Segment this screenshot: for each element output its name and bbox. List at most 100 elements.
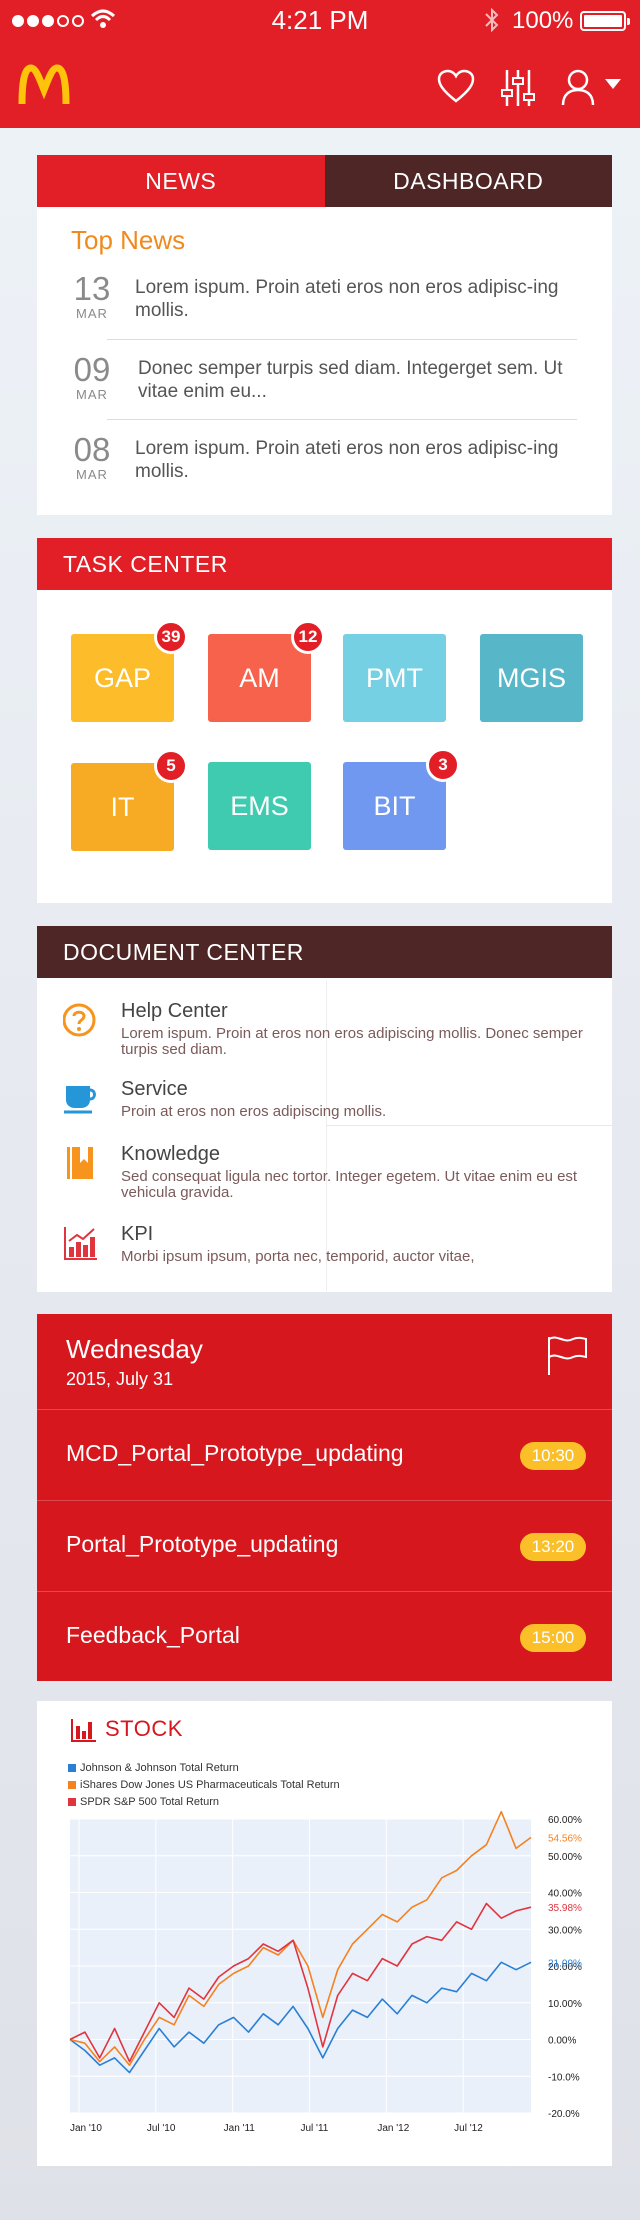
news-day: 09 [73, 351, 111, 388]
doc-item-service[interactable]: Service Proin at eros non eros adipiscin… [63, 1078, 593, 1120]
schedule-item-label: Portal_Prototype_updating [66, 1531, 339, 1557]
doc-item-knowledge[interactable]: Knowledge Sed consequat ligula nec torto… [63, 1143, 593, 1201]
document-center-card: DOCUMENT CENTER Help Center Lorem ispum.… [37, 926, 612, 1292]
doc-title: Help Center [121, 1000, 228, 1022]
series-end-label: 21.09% [548, 1958, 582, 1969]
heart-icon[interactable] [436, 68, 476, 106]
stock-line-chart[interactable]: 60.00%50.00%40.00%30.00%20.00%10.00%0.00… [37, 1701, 612, 2166]
news-day: 13 [73, 270, 111, 307]
task-center-heading: TASK CENTER [37, 538, 612, 590]
document-center-heading: DOCUMENT CENTER [37, 926, 612, 978]
news-divider [107, 339, 577, 340]
task-tile-label: PMT [366, 662, 423, 693]
y-tick-label: 0.00% [548, 2036, 576, 2047]
battery-percent: 100% [512, 7, 574, 34]
doc-title: Knowledge [121, 1143, 220, 1165]
caret-down-icon[interactable] [604, 78, 622, 90]
y-tick-label: 30.00% [548, 1925, 582, 1936]
task-tile-bit[interactable]: BIT 3 [343, 748, 460, 850]
news-day: 08 [73, 431, 111, 468]
mcdonalds-logo[interactable] [18, 64, 70, 106]
x-tick-label: Jul '10 [147, 2123, 176, 2134]
doc-desc: Lorem ispum. Proin at eros non eros adip… [121, 1025, 583, 1058]
news-tabs: NEWS DASHBOARD [37, 155, 612, 207]
task-tile-it[interactable]: IT 5 [71, 749, 188, 851]
bluetooth-icon [485, 7, 499, 33]
x-tick-label: Jan '11 [224, 2123, 256, 2134]
flag-icon[interactable] [546, 1335, 588, 1375]
task-tile-label: GAP [93, 662, 152, 693]
y-tick-label: -20.0% [548, 2109, 580, 2120]
task-tile-mgis[interactable]: MGIS [480, 634, 583, 722]
stock-card: STOCK Johnson & Johnson Total Return iSh… [37, 1701, 612, 2166]
task-tile-label: AM [239, 662, 280, 693]
task-tile-label: IT [110, 791, 135, 822]
notification-badge: 39 [154, 620, 188, 654]
news-text: Lorem ispum. Proin ateti eros non eros a… [135, 277, 559, 321]
schedule-date: 2015, July 31 [66, 1369, 174, 1389]
task-tile-ems[interactable]: EMS [208, 762, 311, 850]
schedule-card: Wednesday 2015, July 31 MCD_Portal_Proto… [37, 1314, 612, 1681]
news-item[interactable]: 13 MAR Lorem ispum. Proin ateti eros non… [71, 272, 579, 332]
news-date: 13 MAR [71, 272, 113, 321]
series-end-label: 54.56% [548, 1833, 582, 1844]
schedule-item[interactable]: Feedback_Portal 15:00 [37, 1591, 612, 1682]
task-tile-am[interactable]: AM 12 [208, 620, 325, 722]
app-header: 4:21 PM 100% [0, 0, 640, 128]
book-icon [67, 1147, 93, 1179]
task-tile-label: BIT [373, 790, 416, 821]
task-tile-label: MGIS [496, 662, 566, 693]
schedule-item[interactable]: MCD_Portal_Prototype_updating 10:30 [37, 1409, 612, 1500]
task-center-card: TASK CENTER GAP 39 AM 12 PMT MGIS IT 5 E… [37, 538, 612, 903]
schedule-item-label: Feedback_Portal [66, 1622, 240, 1648]
doc-desc: Sed consequat ligula nec tortor. Integer… [121, 1168, 578, 1201]
schedule-time-badge: 15:00 [520, 1624, 586, 1652]
news-text: Lorem ispum. Proin ateti eros non eros a… [135, 438, 559, 482]
x-tick-label: Jan '10 [70, 2123, 102, 2134]
doc-title: Service [121, 1078, 188, 1100]
kpi-chart-icon [64, 1227, 97, 1260]
user-icon[interactable] [561, 68, 595, 106]
top-news-heading: Top News [71, 225, 186, 255]
status-bar: 4:21 PM 100% [0, 0, 640, 42]
help-circle-icon [63, 1003, 96, 1037]
x-tick-label: Jul '12 [454, 2123, 483, 2134]
y-tick-label: 10.00% [548, 1999, 582, 2010]
y-tick-label: -10.0% [548, 2072, 580, 2083]
battery-icon [580, 11, 630, 31]
notification-badge: 5 [154, 749, 188, 783]
task-tile-pmt[interactable]: PMT [343, 634, 446, 722]
tab-dashboard[interactable]: DASHBOARD [324, 155, 612, 207]
divider [327, 1125, 612, 1126]
doc-title: KPI [121, 1223, 154, 1245]
coffee-cup-icon [64, 1086, 96, 1114]
news-divider [107, 419, 577, 420]
y-tick-label: 50.00% [548, 1852, 582, 1863]
y-tick-label: 40.00% [548, 1889, 582, 1900]
news-date: 08 MAR [71, 433, 113, 482]
news-item[interactable]: 08 MAR Lorem ispum. Proin ateti eros non… [71, 433, 579, 493]
y-tick-label: 60.00% [548, 1815, 582, 1826]
news-month: MAR [76, 467, 108, 482]
news-item[interactable]: 09 MAR Donec semper turpis sed diam. Int… [71, 353, 579, 413]
notification-badge: 12 [291, 620, 325, 654]
task-tile-gap[interactable]: GAP 39 [71, 620, 188, 722]
news-card: NEWS DASHBOARD Top News 13 MAR Lorem isp… [37, 155, 612, 515]
schedule-item-label: MCD_Portal_Prototype_updating [66, 1440, 404, 1466]
doc-item-kpi[interactable]: KPI Morbi ipsum ipsum, porta nec, tempor… [63, 1223, 593, 1265]
schedule-item[interactable]: Portal_Prototype_updating 13:20 [37, 1500, 612, 1591]
doc-desc: Proin at eros non eros adipiscing mollis… [121, 1103, 387, 1120]
schedule-time-badge: 13:20 [520, 1533, 586, 1561]
x-tick-label: Jul '11 [301, 2123, 329, 2134]
news-month: MAR [76, 387, 108, 402]
x-tick-label: Jan '12 [377, 2123, 409, 2134]
series-end-label: 35.98% [548, 1903, 582, 1914]
tab-news[interactable]: NEWS [37, 155, 325, 207]
news-month: MAR [76, 306, 108, 321]
notification-badge: 3 [426, 748, 460, 782]
task-tile-label: EMS [230, 790, 289, 821]
doc-desc: Morbi ipsum ipsum, porta nec, temporid, … [121, 1248, 475, 1265]
sliders-icon[interactable] [501, 68, 535, 108]
doc-item-help-center[interactable]: Help Center Lorem ispum. Proin at eros n… [63, 1000, 593, 1060]
schedule-day: Wednesday [66, 1334, 203, 1364]
